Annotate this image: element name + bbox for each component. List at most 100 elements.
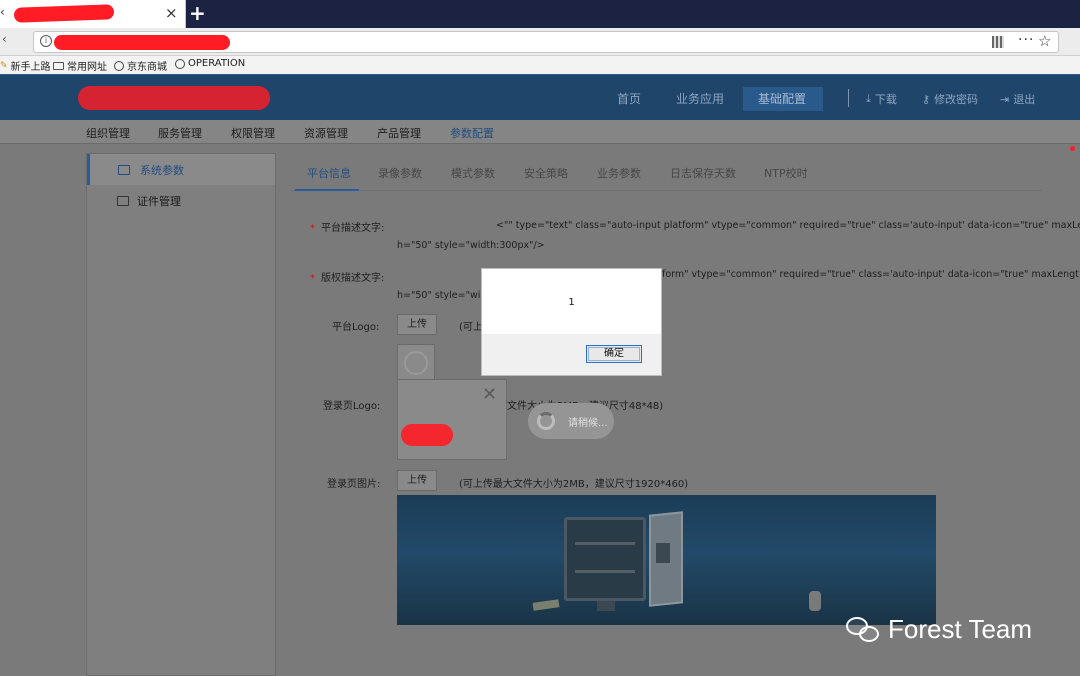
tab-business-params[interactable]: 业务参数 — [597, 165, 641, 181]
qr-code-icon[interactable] — [992, 36, 1004, 48]
change-password-link[interactable]: ⚷ 修改密码 — [922, 91, 978, 107]
bookmark-item[interactable]: ✎ 新手上路 — [0, 58, 51, 74]
logout-label: 退出 — [1013, 93, 1036, 106]
platform-logo-hint: (可上 — [459, 322, 483, 333]
watermark: Forest Team — [846, 614, 1032, 645]
redacted-tab-title — [13, 4, 115, 23]
tab-platform-info[interactable]: 平台信息 — [307, 165, 351, 181]
platform-desc-raw-html-cont: h="50" style="width:300px"/> — [397, 240, 545, 251]
wechat-icon — [846, 615, 882, 645]
download-icon: ⤓ — [866, 92, 871, 105]
alert-footer: 确定 — [482, 334, 661, 375]
nav-home[interactable]: 首页 — [617, 90, 641, 107]
alert-message: 1 — [568, 297, 575, 308]
safe-illustration — [564, 517, 646, 601]
close-tab-icon[interactable]: × — [165, 4, 178, 22]
copyright-desc-label: * 版权描述文字: — [310, 269, 384, 284]
safe-stand-illustration — [597, 601, 615, 611]
required-mark: * — [310, 273, 315, 284]
sidebar: 系统参数 证件管理 — [86, 153, 276, 676]
image-icon — [118, 164, 130, 175]
back-icon[interactable]: ‹ — [2, 32, 7, 46]
coins-illustration — [809, 591, 821, 611]
copyright-desc-raw-html-cont: h="50" style="widt — [397, 290, 491, 301]
new-tab-icon[interactable]: + — [189, 1, 206, 25]
header-divider — [848, 89, 849, 107]
change-password-label: 修改密码 — [934, 93, 979, 106]
redacted-logo — [78, 86, 270, 110]
tab-scroll-left-icon[interactable]: ‹ — [0, 5, 5, 19]
active-tab-indicator — [295, 189, 359, 191]
money-illustration — [532, 599, 560, 611]
bookmark-item[interactable]: 常用网址 — [53, 58, 107, 73]
safe-shelf — [575, 542, 635, 545]
safe-keypad-illustration — [656, 543, 670, 563]
bookmark-star-icon[interactable]: ☆ — [1038, 32, 1051, 50]
upload-platform-logo-button[interactable]: 上传 — [397, 314, 437, 335]
platform-desc-label-text: 平台描述文字: — [321, 223, 385, 234]
login-image-hint: (可上传最大文件大小为2MB，建议尺寸1920*460) — [459, 479, 689, 490]
subnav-product-management[interactable]: 产品管理 — [377, 125, 421, 141]
download-link[interactable]: ⤓ 下载 — [866, 91, 897, 107]
platform-desc-label: * 平台描述文字: — [310, 219, 384, 234]
platform-logo-preview — [397, 344, 435, 382]
id-card-icon — [117, 195, 129, 206]
loading-indicator: 请稍候... — [528, 403, 614, 439]
login-image-label: 登录页图片: — [327, 479, 381, 490]
bookmark-label: 京东商城 — [127, 62, 167, 73]
tab-bar: 平台信息 录像参数 模式参数 安全策略 业务参数 日志保存天数 NTP校时 — [290, 153, 1042, 191]
platform-desc-raw-html: <"" type="text" class="auto-input platfo… — [496, 220, 1080, 231]
bookmark-label: 新手上路 — [10, 62, 51, 73]
tab-ntp-sync[interactable]: NTP校时 — [764, 165, 808, 181]
login-logo-label: 登录页Logo: — [323, 401, 381, 412]
login-image-preview — [397, 495, 936, 625]
required-mark: * — [310, 223, 315, 234]
upload-login-image-button[interactable]: 上传 — [397, 470, 437, 491]
address-bar[interactable]: i ··· ☆ — [33, 31, 1059, 53]
key-icon: ⚷ — [922, 92, 931, 106]
download-label: 下载 — [874, 93, 897, 106]
subnav-permission-management[interactable]: 权限管理 — [231, 125, 275, 141]
browser-tab-bar: ‹ × + — [0, 0, 1080, 28]
browser-tab[interactable]: ‹ × — [0, 0, 186, 28]
bookmark-label: 常用网址 — [67, 62, 107, 73]
app-header: 首页 业务应用 基础配置 ⤓ 下载 ⚷ 修改密码 ⇥ 退出 — [0, 74, 1080, 120]
bookmark-item[interactable]: OPERATION — [175, 58, 245, 69]
subnav-resource-management[interactable]: 资源管理 — [304, 125, 348, 141]
watermark-text: Forest Team — [888, 614, 1033, 644]
globe-icon — [175, 58, 185, 69]
browser-nav-bar: ‹ i ··· ☆ — [0, 28, 1080, 56]
subnav-service-management[interactable]: 服务管理 — [158, 125, 202, 141]
logout-icon: ⇥ — [1000, 92, 1010, 106]
nav-basic-config[interactable]: 基础配置 — [758, 90, 806, 107]
safe-shelf — [575, 570, 635, 573]
tab-mode-params[interactable]: 模式参数 — [451, 165, 495, 181]
sub-navigation: 组织管理 服务管理 权限管理 资源管理 产品管理 参数配置 — [0, 120, 1080, 144]
redacted-url — [54, 35, 230, 50]
subnav-org-management[interactable]: 组织管理 — [86, 125, 130, 141]
subnav-parameter-config[interactable]: 参数配置 — [450, 125, 494, 141]
copyright-desc-label-text: 版权描述文字: — [321, 273, 385, 284]
sidebar-item-system-params[interactable]: 系统参数 — [87, 154, 275, 185]
info-icon[interactable]: i — [40, 35, 52, 47]
wechat-bubble — [859, 625, 879, 642]
bookmark-item[interactable]: 京东商城 — [114, 58, 167, 73]
spinner-icon — [537, 412, 555, 430]
sidebar-item-label: 证件管理 — [137, 194, 181, 208]
notification-dot — [1070, 146, 1075, 151]
close-icon[interactable]: ✕ — [482, 384, 497, 405]
logo-placeholder-icon — [404, 351, 428, 375]
nav-business-apps[interactable]: 业务应用 — [676, 90, 724, 107]
tab-log-retention-days[interactable]: 日志保存天数 — [670, 165, 736, 181]
ok-button[interactable]: 确定 — [586, 345, 642, 363]
tab-recording-params[interactable]: 录像参数 — [378, 165, 422, 181]
bookmark-label: OPERATION — [188, 58, 246, 69]
sidebar-item-label: 系统参数 — [140, 163, 184, 177]
sidebar-item-certificate-management[interactable]: 证件管理 — [87, 185, 275, 216]
logout-link[interactable]: ⇥ 退出 — [1000, 91, 1035, 107]
tab-security-policy[interactable]: 安全策略 — [524, 165, 568, 181]
more-icon[interactable]: ··· — [1018, 32, 1034, 48]
alert-dialog: 1 确定 — [481, 268, 662, 376]
copyright-desc-raw-html: form" vtype="common" required="true" cla… — [662, 269, 1079, 280]
loading-text: 请稍候... — [568, 418, 608, 429]
